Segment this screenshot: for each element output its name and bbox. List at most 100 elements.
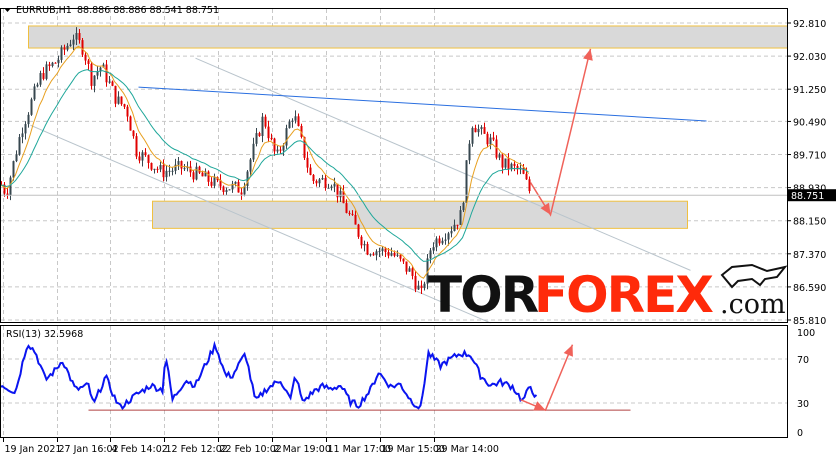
ma-slow-line	[0, 69, 529, 262]
time-tick-label: 27 Jan 16:02	[59, 444, 119, 455]
candle-body	[114, 85, 117, 104]
candle-body	[429, 250, 432, 259]
candle-body	[375, 251, 378, 256]
candle-body	[255, 133, 258, 144]
candle-body	[441, 240, 444, 244]
candle-body	[312, 174, 315, 181]
candle-body	[171, 170, 174, 172]
candle-body	[60, 47, 63, 60]
resistance-trendline	[138, 86, 707, 122]
candle-body	[351, 213, 354, 215]
candle-body	[507, 158, 510, 170]
candle-body	[12, 161, 15, 178]
candle-body	[489, 137, 492, 145]
candle-body	[291, 120, 294, 122]
candle-body	[348, 212, 351, 214]
candle-body	[135, 136, 138, 157]
candle-body	[264, 116, 267, 127]
candle-body	[405, 261, 408, 272]
rsi-label: RSI(13) 32.5968	[6, 329, 83, 340]
time-tick-label: 22 Feb 10:02	[220, 444, 282, 455]
candle-body	[465, 160, 468, 203]
candle-body	[66, 45, 69, 50]
candle-body	[309, 167, 312, 175]
candle-body	[357, 224, 360, 237]
candle-body	[93, 75, 96, 86]
candle-body	[501, 154, 504, 168]
candle-body	[63, 47, 66, 50]
candle-body	[150, 162, 153, 170]
price-tick-label: 92.810	[793, 19, 826, 30]
candle-body	[486, 133, 489, 145]
candle-body	[141, 152, 144, 161]
candle-body	[75, 33, 78, 40]
candle-body	[165, 170, 168, 178]
candle-body	[399, 254, 402, 259]
chart-canvas: TOR FOREX .com 92.810 92.030 91.250 90.490 8…	[0, 5, 836, 455]
logo-forex: FOREX	[534, 266, 713, 324]
candle-body	[177, 161, 180, 165]
candle-body	[483, 127, 486, 134]
candle-body	[54, 62, 57, 64]
price-zone	[28, 25, 788, 49]
dropdown-triangle-icon[interactable]	[4, 8, 11, 12]
candle-body	[201, 172, 204, 177]
candle-body	[513, 163, 516, 166]
candle-body	[474, 127, 477, 133]
ohlc-readout: 88.886 88.886 88.541 88.751	[77, 5, 219, 16]
candle-body	[378, 251, 381, 253]
candle-body	[261, 116, 264, 137]
candle-body	[504, 158, 507, 168]
candle-body	[525, 173, 528, 180]
candle-body	[123, 104, 126, 107]
candle-body	[390, 253, 393, 256]
candle-body	[129, 116, 132, 131]
candle-body	[315, 180, 318, 184]
candle-body	[417, 285, 420, 290]
candle-body	[285, 128, 288, 146]
candle-body	[279, 149, 282, 151]
candle-body	[222, 186, 225, 193]
candle-body	[450, 230, 453, 234]
rsi-pane	[0, 340, 631, 411]
candle-body	[372, 254, 375, 256]
candle-body	[339, 190, 342, 198]
candle-body	[51, 62, 54, 67]
candle-body	[468, 143, 471, 161]
price-forecast-arrow	[529, 48, 592, 217]
candle-body	[381, 248, 384, 252]
candle-body	[321, 178, 324, 180]
time-tick-label: 12 Feb 12:02	[166, 444, 228, 455]
candle-body	[225, 190, 228, 193]
candle-body	[447, 233, 450, 240]
candle-body	[453, 224, 456, 231]
candle-body	[153, 168, 156, 170]
price-tick-label: 91.250	[793, 85, 826, 96]
candle-body	[69, 44, 72, 46]
candle-body	[234, 181, 237, 184]
price-tick-label: 86.590	[793, 283, 826, 294]
candle-body	[369, 254, 372, 256]
candle-body	[393, 253, 396, 256]
candle-body	[444, 239, 447, 241]
candle-body	[306, 157, 309, 168]
candle-body	[480, 127, 483, 129]
candle-body	[324, 178, 327, 188]
candle-body	[384, 248, 387, 253]
candle-body	[183, 168, 186, 170]
price-tick-label: 90.490	[793, 117, 826, 128]
candle-body	[105, 64, 108, 83]
candle-body	[333, 183, 336, 187]
candle-body	[57, 59, 60, 64]
candle-body	[273, 138, 276, 152]
candle-body	[90, 63, 93, 86]
rsi-line	[0, 340, 538, 411]
candle-body	[72, 39, 75, 45]
candle-body	[156, 168, 159, 170]
price-tick-label: 87.370	[793, 250, 826, 261]
candle-body	[18, 137, 21, 155]
candle-body	[252, 143, 255, 160]
candle-body	[402, 258, 405, 262]
time-tick-label: 4 Feb 14:02	[112, 444, 168, 455]
candle-body	[432, 247, 435, 251]
